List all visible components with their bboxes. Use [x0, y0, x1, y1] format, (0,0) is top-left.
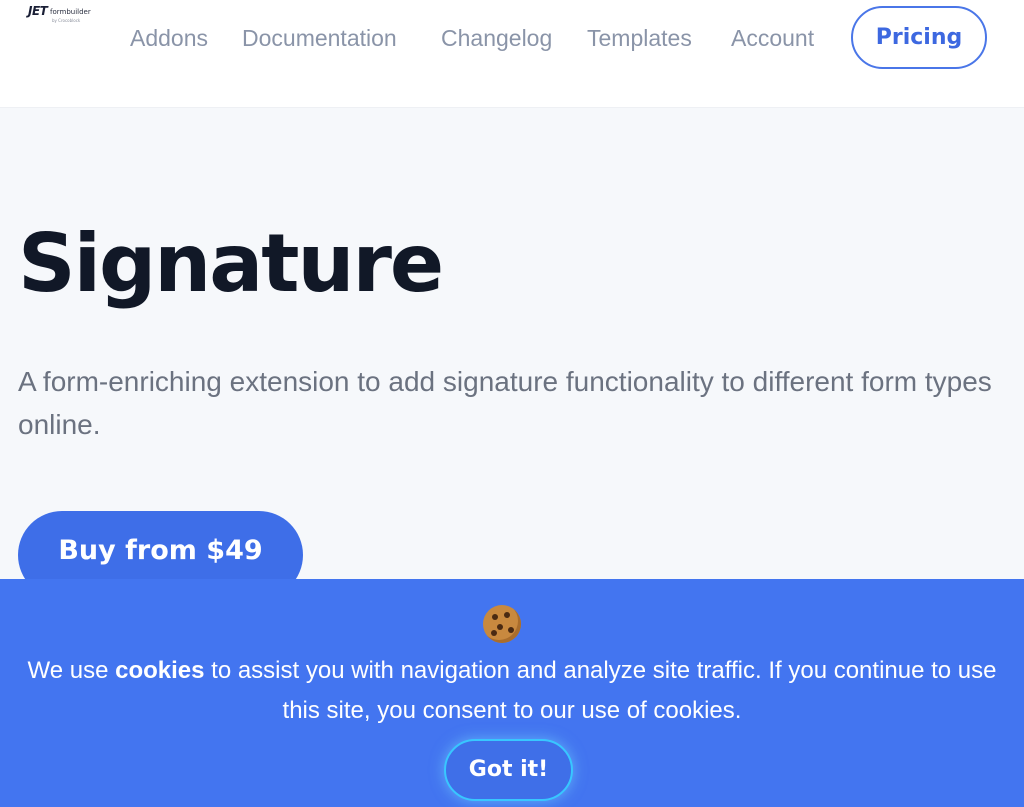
nav-link-addons[interactable]: Addons: [130, 22, 208, 54]
cookie-icon: [483, 605, 521, 643]
site-header: JET formbuilder by Crocoblock Addons Doc…: [0, 0, 1024, 108]
nav-link-documentation[interactable]: Documentation: [242, 22, 397, 54]
logo-product: formbuilder: [50, 8, 91, 16]
accept-cookies-button[interactable]: Got it!: [444, 739, 573, 801]
page-title: Signature: [18, 217, 444, 310]
nav-link-account[interactable]: Account: [731, 22, 814, 54]
cookie-text-after: to assist you with navigation and analyz…: [204, 657, 997, 724]
logo-brand: JET: [28, 4, 48, 18]
nav-link-templates[interactable]: Templates: [587, 22, 692, 54]
cookie-text-before: We use: [27, 657, 116, 684]
hero-description: A form-enriching extension to add signat…: [18, 366, 992, 440]
nav-link-changelog[interactable]: Changelog: [441, 22, 552, 54]
cookie-text-bold: cookies: [115, 657, 205, 684]
cookie-banner: We use cookies to assist you with naviga…: [0, 579, 1024, 807]
pricing-button[interactable]: Pricing: [851, 6, 987, 69]
page: JET formbuilder by Crocoblock Addons Doc…: [0, 0, 1024, 807]
cookie-message: We use cookies to assist you with naviga…: [20, 651, 1004, 731]
